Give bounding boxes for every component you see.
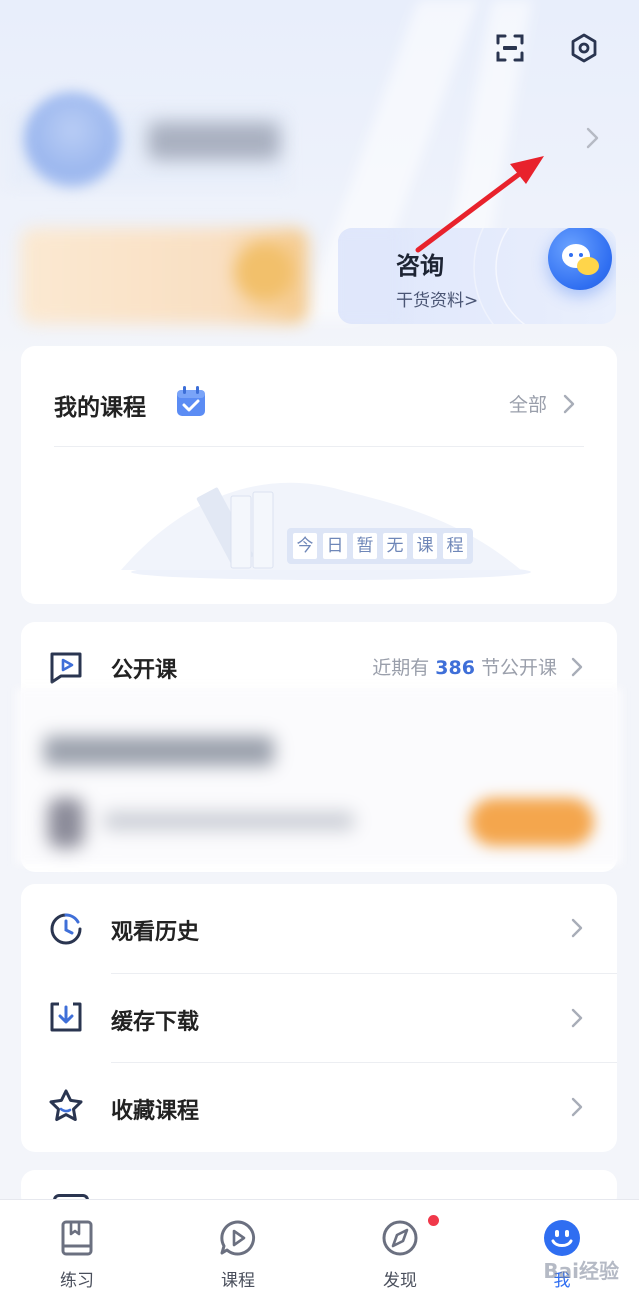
empty-char: 暂	[353, 533, 377, 559]
practice-book-icon	[61, 1220, 93, 1256]
tab-practice-label: 练习	[60, 1271, 94, 1291]
my-courses-title: 我的课程	[54, 395, 146, 421]
tab-discover[interactable]: 发现	[350, 1208, 450, 1291]
empty-char: 日	[323, 533, 347, 559]
empty-courses-tag: 今 日 暂 无 课 程	[287, 528, 473, 564]
all-label: 全部	[508, 394, 547, 416]
open-course-prefix: 近期有	[372, 657, 430, 679]
tab-practice[interactable]: 练习	[27, 1208, 127, 1291]
notification-dot	[428, 1215, 439, 1226]
tab-courses[interactable]: 课程	[188, 1208, 288, 1291]
smile-face-icon	[544, 1220, 580, 1256]
open-course-icon	[47, 648, 85, 690]
empty-char: 程	[443, 533, 467, 559]
annotation-arrow	[415, 156, 544, 253]
tab-discover-label: 发现	[383, 1271, 417, 1291]
chevron-right-icon	[563, 394, 575, 413]
chevron-right-icon	[571, 918, 583, 938]
course-play-icon	[220, 1220, 256, 1256]
watermark: Bai经验	[543, 1259, 619, 1283]
empty-char: 无	[383, 533, 407, 559]
menu-item-download[interactable]: 缓存下载	[21, 974, 617, 1063]
history-clock-icon	[50, 913, 82, 945]
calendar-check-icon	[175, 384, 207, 422]
chevron-right-icon	[571, 1097, 583, 1117]
menu-item-history[interactable]: 观看历史	[21, 884, 617, 973]
compass-icon	[382, 1220, 418, 1256]
open-course-count-link[interactable]: 近期有 386 节公开课	[372, 653, 583, 680]
all-courses-link[interactable]: 全部	[509, 390, 575, 417]
open-course-suffix: 节公开课	[480, 657, 557, 679]
empty-char: 课	[413, 533, 437, 559]
my-courses-card: 我的课程 全部 今 日 暂 无 课 程	[21, 346, 617, 604]
open-course-item-blurred[interactable]	[16, 688, 622, 864]
menu-card: 观看历史 缓存下载 收藏课程	[21, 884, 617, 1152]
open-course-count: 386	[435, 657, 475, 679]
tab-courses-label: 课程	[221, 1271, 255, 1291]
favorites-label: 收藏课程	[111, 1099, 200, 1124]
menu-item-favorites[interactable]: 收藏课程	[21, 1063, 617, 1152]
empty-char: 今	[293, 533, 317, 559]
chevron-right-icon	[571, 657, 583, 676]
download-icon	[50, 1002, 82, 1032]
open-course-title: 公开课	[111, 658, 178, 683]
history-label: 观看历史	[111, 920, 200, 945]
chevron-right-icon	[571, 1008, 583, 1028]
download-label: 缓存下载	[111, 1010, 200, 1035]
star-icon	[49, 1089, 83, 1121]
